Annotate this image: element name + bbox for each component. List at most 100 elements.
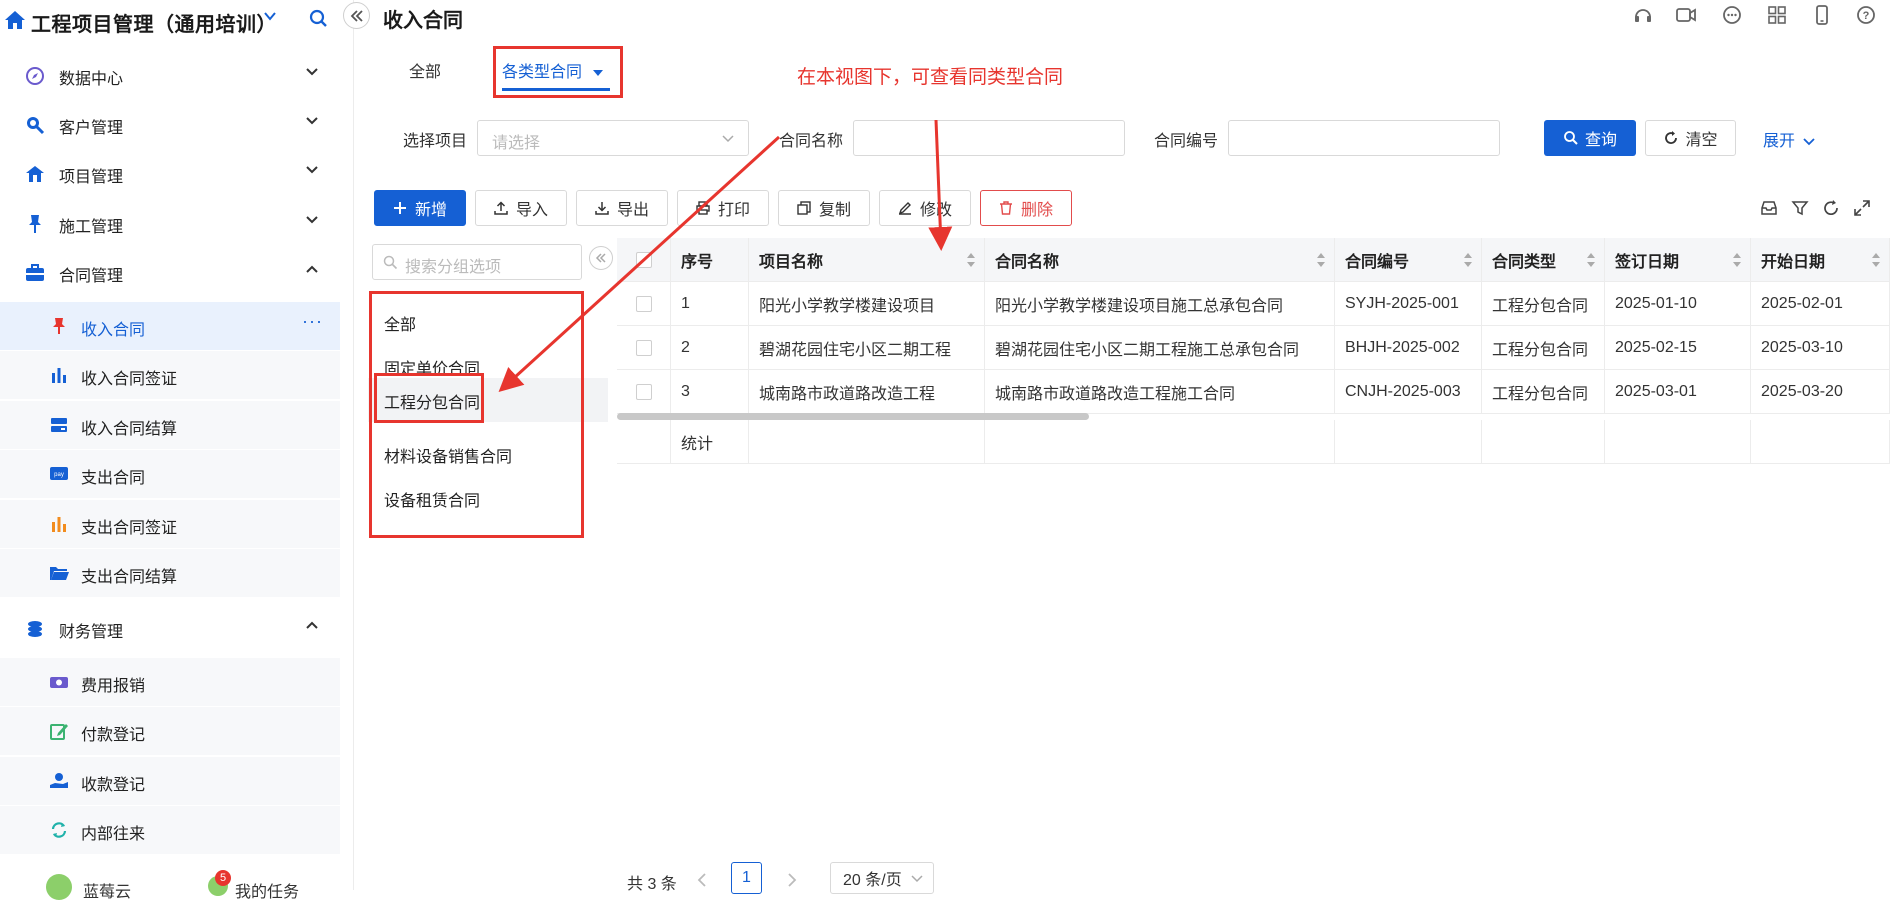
group-search-input[interactable]: 搜索分组选项 [372, 244, 582, 280]
tab-all[interactable]: 全部 [409, 58, 441, 82]
customer-search-icon [27, 117, 45, 135]
column-header[interactable]: 序号 [671, 238, 749, 282]
menu-group-construction[interactable]: 施工管理 [0, 199, 340, 247]
card-icon [51, 418, 67, 432]
sidebar-item-income-contract[interactable]: 收入合同 ··· [0, 302, 340, 350]
table-cell: 2025-02-01 [1751, 282, 1890, 326]
pay-icon: pay [50, 467, 68, 480]
contract-code-input[interactable] [1228, 120, 1500, 156]
import-button[interactable]: 导入 [475, 190, 567, 226]
table-horizontal-scrollbar[interactable] [617, 413, 1089, 420]
next-page-icon[interactable] [785, 872, 799, 888]
inbox-icon[interactable] [1760, 199, 1778, 217]
table-cell[interactable]: 阳光小学教学楼建设项目 [749, 282, 985, 326]
page-size-select[interactable]: 20 条/页 [830, 862, 934, 894]
column-header[interactable]: 合同类型 [1482, 238, 1605, 282]
table-cell: 2025-03-01 [1605, 370, 1751, 414]
sort-icon[interactable] [966, 252, 976, 268]
clear-button[interactable]: 清空 [1645, 120, 1736, 156]
row-checkbox[interactable] [635, 383, 652, 400]
grid-icon[interactable] [1766, 4, 1788, 26]
query-button[interactable]: 查询 [1544, 120, 1636, 156]
fullscreen-icon[interactable] [1853, 199, 1871, 217]
sidebar-item-expense-settlement[interactable]: 支出合同结算 [0, 549, 340, 597]
tasks-label[interactable]: 我的任务 [235, 878, 299, 902]
group-panel-collapse-button[interactable] [589, 246, 613, 270]
column-header[interactable]: 开始日期 [1751, 238, 1890, 282]
user-name[interactable]: 蓝莓云 [83, 878, 131, 902]
sidebar-item-payment-register[interactable]: 付款登记 [0, 707, 340, 755]
table-cell[interactable]: 城南路市政道路改造工程施工合同 [985, 370, 1335, 414]
prev-page-icon[interactable] [695, 872, 709, 888]
video-icon[interactable] [1675, 4, 1697, 26]
edit-button[interactable]: 修改 [879, 190, 971, 226]
page-number-current[interactable]: 1 [731, 862, 762, 894]
folder-open-icon [50, 567, 69, 580]
phone-icon[interactable] [1811, 4, 1833, 26]
select-all-checkbox[interactable] [635, 251, 652, 268]
menu-search-icon[interactable] [308, 8, 330, 30]
table-cell[interactable]: 碧湖花园住宅小区二期工程 [749, 326, 985, 370]
column-header[interactable]: 合同编号 [1335, 238, 1482, 282]
sidebar-item-expense-contract[interactable]: pay 支出合同 [0, 450, 340, 498]
pushpin-icon [29, 215, 41, 233]
reload-icon[interactable] [1822, 199, 1840, 217]
add-label: 新增 [414, 202, 447, 219]
more-options-icon[interactable]: ··· [302, 311, 323, 332]
chevron-up-icon [306, 621, 318, 629]
summary-cell [985, 420, 1335, 464]
sort-icon[interactable] [1586, 252, 1596, 268]
refresh-icon [51, 822, 67, 838]
filter-icon[interactable] [1791, 199, 1809, 217]
column-header[interactable]: 合同名称 [985, 238, 1335, 282]
print-button[interactable]: 打印 [677, 190, 769, 226]
sidebar-item-expense-visa[interactable]: 支出合同签证 [0, 500, 340, 548]
chevron-down-icon [306, 216, 318, 224]
expand-filters-link[interactable]: 展开 [1763, 127, 1816, 151]
sort-icon[interactable] [1316, 252, 1326, 268]
menu-group-project[interactable]: 项目管理 [0, 149, 340, 197]
delete-button[interactable]: 删除 [980, 190, 1072, 226]
project-select[interactable]: 请选择 [477, 120, 749, 156]
table-cell: 3 [671, 370, 749, 414]
copy-button[interactable]: 复制 [778, 190, 870, 226]
avatar[interactable] [46, 874, 72, 900]
export-button[interactable]: 导出 [576, 190, 668, 226]
table-cell: BHJH-2025-002 [1335, 326, 1482, 370]
menu-group-data-center[interactable]: 数据中心 [0, 51, 340, 99]
row-checkbox[interactable] [635, 295, 652, 312]
home-icon[interactable] [4, 10, 26, 30]
table-cell[interactable]: 城南路市政道路改造工程 [749, 370, 985, 414]
red-pin-icon [53, 318, 65, 334]
sort-icon[interactable] [1732, 252, 1742, 268]
column-header-label: 开始日期 [1761, 253, 1826, 271]
sort-icon[interactable] [1871, 252, 1881, 268]
app-switch-chevron-icon[interactable] [262, 8, 278, 29]
row-select-cell [617, 370, 671, 414]
add-button[interactable]: 新增 [374, 190, 466, 226]
help-icon[interactable]: ? [1855, 4, 1877, 26]
table-cell: 2025-03-10 [1751, 326, 1890, 370]
sort-icon[interactable] [1463, 252, 1473, 268]
menu-group-customer[interactable]: 客户管理 [0, 100, 340, 148]
table-cell[interactable]: 碧湖花园住宅小区二期工程施工总承包合同 [985, 326, 1335, 370]
sidebar-item-receipt-register[interactable]: 收款登记 [0, 757, 340, 805]
table-cell: 1 [671, 282, 749, 326]
sidebar-item-internal-transfer[interactable]: 内部往来 [0, 806, 340, 854]
chat-icon[interactable] [1721, 4, 1743, 26]
headset-icon[interactable] [1632, 4, 1654, 26]
sidebar-collapse-button[interactable] [343, 2, 370, 29]
menu-group-finance[interactable]: 财务管理 [0, 604, 340, 652]
table-cell[interactable]: 阳光小学教学楼建设项目施工总承包合同 [985, 282, 1335, 326]
menu-group-contract[interactable]: 合同管理 [0, 248, 340, 296]
annotation-text: 在本视图下，可查看同类型合同 [797, 67, 1064, 88]
column-header[interactable]: 签订日期 [1605, 238, 1751, 282]
sidebar-item-income-settlement[interactable]: 收入合同结算 [0, 401, 340, 449]
sidebar-item-income-visa[interactable]: 收入合同签证 [0, 351, 340, 399]
contract-name-input[interactable] [853, 120, 1125, 156]
column-header[interactable]: 项目名称 [749, 238, 985, 282]
double-chevron-left-icon [595, 253, 606, 263]
chevron-down-icon [1803, 138, 1816, 146]
sidebar-item-expense-reimbursement[interactable]: 费用报销 [0, 658, 340, 706]
row-checkbox[interactable] [635, 339, 652, 356]
